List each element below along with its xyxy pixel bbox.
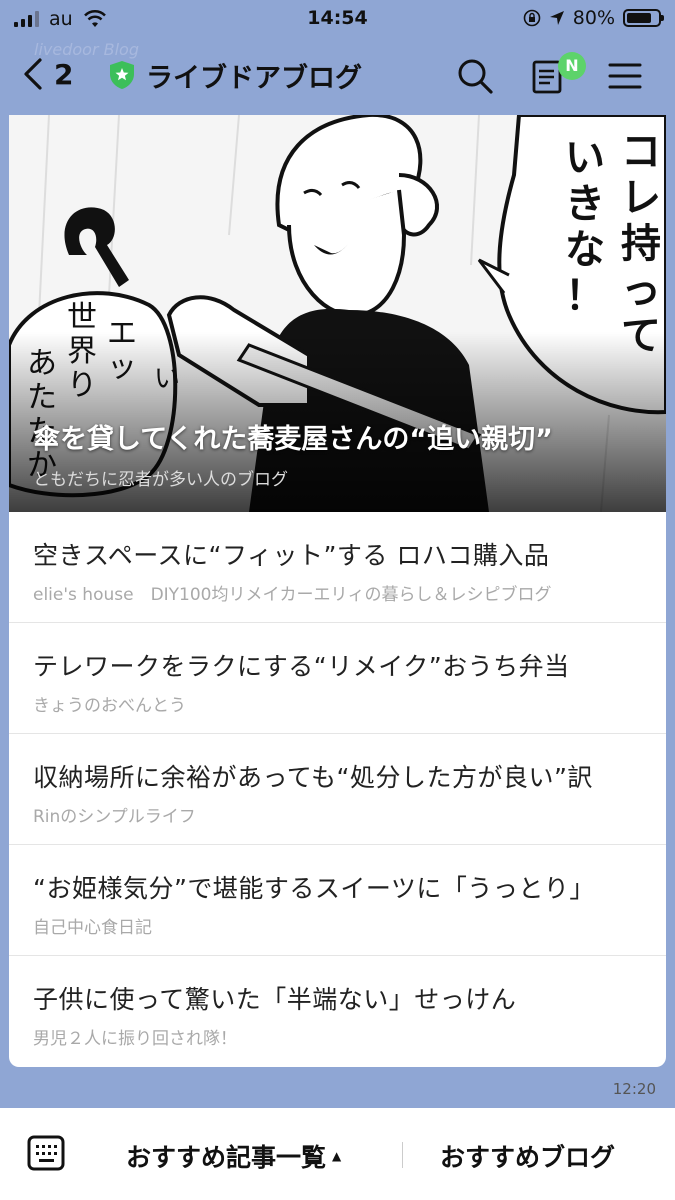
article-title: テレワークをラクにする“リメイク”おうち弁当: [33, 652, 570, 681]
tab-recommended-articles[interactable]: おすすめ記事一覧 ▲: [126, 1138, 341, 1174]
list-item[interactable]: テレワークをラクにする“リメイク”おうち弁当 きょうのおべんとう: [9, 623, 666, 734]
svg-text:レ: レ: [621, 175, 661, 221]
article-blog-name: 自己中心食日記: [33, 918, 152, 938]
bottom-menu-bar: おすすめ記事一覧 ▲ おすすめブログ: [0, 1108, 675, 1200]
divider: [402, 1142, 403, 1168]
featured-blog-name: ともだちに忍者が多い人のブログ: [33, 470, 288, 490]
featured-title: 傘を貸してくれた蕎麦屋さんの“追い親切”: [33, 424, 553, 455]
article-blog-name: Rinのシンプルライフ: [33, 807, 196, 827]
new-badge: N: [558, 52, 586, 80]
featured-article[interactable]: コレ持って いきな！ エッ 世界り あたたか い 傘を貸してくれた蕎麦屋さんの“…: [9, 115, 666, 512]
article-blog-name: きょうのおべんとう: [33, 696, 186, 716]
app-header: livedoor Blog 2 ライブドアブログ N: [0, 40, 675, 112]
message-timestamp: 12:20: [612, 1080, 656, 1098]
back-button[interactable]: 2: [22, 57, 73, 91]
article-title: 収納場所に余裕があっても“処分した方が良い”訳: [33, 763, 593, 792]
svg-text:き: き: [565, 181, 605, 227]
status-bar: au 14:54 80%: [0, 0, 675, 38]
location-arrow-icon: [549, 11, 564, 25]
chevron-left-icon: [24, 58, 42, 90]
rotation-lock-icon: [523, 9, 541, 27]
svg-text:い: い: [565, 135, 605, 181]
list-item[interactable]: 空きスペースに“フィット”する ロハコ購入品 elie's house DIY1…: [9, 512, 666, 623]
back-count: 2: [54, 57, 74, 91]
svg-text:！: ！: [565, 273, 605, 319]
svg-text:持: 持: [621, 221, 661, 267]
battery-percent: 80%: [572, 7, 615, 29]
list-item[interactable]: 子供に使って驚いた「半端ない」せっけん 男児２人に振り回され隊！: [9, 956, 666, 1067]
svg-text:コ: コ: [621, 129, 661, 175]
caret-up-icon: ▲: [332, 1149, 342, 1163]
svg-text:な: な: [565, 227, 605, 273]
svg-text:っ: っ: [621, 267, 661, 313]
tab-recommended-blogs[interactable]: おすすめブログ: [440, 1138, 615, 1174]
search-icon[interactable]: [455, 56, 495, 96]
page-title: ライブドアブログ: [146, 63, 362, 94]
battery-icon: [623, 9, 664, 27]
list-item[interactable]: “お姫様気分”で堪能するスイーツに「うっとり」 自己中心食日記: [9, 845, 666, 956]
hamburger-menu-icon[interactable]: [606, 56, 646, 96]
list-item[interactable]: 収納場所に余裕があっても“処分した方が良い”訳 Rinのシンプルライフ: [9, 734, 666, 845]
article-title: 子供に使って驚いた「半端ない」せっけん: [33, 985, 517, 1014]
tab-label: おすすめ記事一覧: [126, 1143, 327, 1172]
svg-text:世: 世: [67, 300, 97, 335]
keyboard-icon[interactable]: [26, 1133, 66, 1173]
verified-shield-icon: [110, 61, 134, 89]
article-blog-name: elie's house DIY100均リメイカーエリィの暮らし＆レシピブログ: [33, 585, 552, 605]
article-title: 空きスペースに“フィット”する ロハコ購入品: [33, 541, 550, 570]
article-blog-name: 男児２人に振り回され隊！: [33, 1029, 237, 1049]
article-card: コレ持って いきな！ エッ 世界り あたたか い 傘を貸してくれた蕎麦屋さんの“…: [9, 115, 666, 1067]
article-title: “お姫様気分”で堪能するスイーツに「うっとり」: [33, 874, 595, 903]
